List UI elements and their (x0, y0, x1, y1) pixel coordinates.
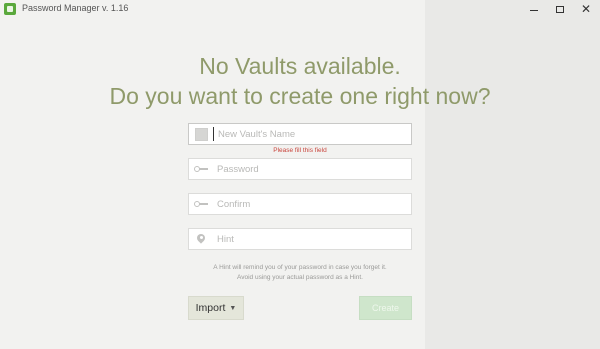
hint-input[interactable] (213, 229, 411, 249)
vault-name-input[interactable] (214, 124, 411, 144)
app-window: Password Manager v. 1.16 ✕ No Vaults ava… (0, 0, 600, 349)
minimize-icon (530, 9, 538, 11)
hint-field[interactable] (188, 228, 412, 250)
hint-note-line1: A Hint will remind you of your password … (213, 264, 387, 271)
password-field[interactable] (188, 158, 412, 180)
password-icon-wrap (189, 159, 213, 179)
create-button[interactable]: Create (359, 296, 412, 320)
headline-no-vaults: No Vaults available. (199, 53, 401, 79)
confirm-field[interactable] (188, 193, 412, 215)
vault-square-icon (194, 127, 208, 141)
close-button[interactable]: ✕ (572, 0, 600, 18)
import-button[interactable]: Import ▼ (188, 296, 244, 320)
window-title: Password Manager v. 1.16 (22, 3, 129, 13)
close-icon: ✕ (580, 2, 592, 16)
import-label: Import (195, 302, 226, 314)
vault-icon-wrap (189, 124, 213, 144)
key-icon (194, 201, 208, 207)
title-bar[interactable]: Password Manager v. 1.16 ✕ (0, 0, 600, 18)
headline-create-prompt: Do you want to create one right now? (109, 83, 491, 109)
minimize-button[interactable] (520, 0, 548, 18)
password-input[interactable] (213, 159, 411, 179)
hint-note: A Hint will remind you of your password … (178, 263, 422, 283)
map-pin-icon (195, 231, 207, 245)
app-logo-icon (4, 3, 16, 15)
confirm-icon-wrap (189, 194, 213, 214)
hint-icon-wrap (189, 229, 213, 249)
vault-name-error: Please fill this field (273, 147, 327, 154)
key-icon (194, 166, 208, 172)
confirm-input[interactable] (213, 194, 411, 214)
create-label: Create (371, 303, 399, 313)
vault-name-field[interactable] (188, 123, 412, 145)
caret-down-icon: ▼ (229, 304, 237, 312)
hint-note-line2: Avoid using your actual password as a Hi… (237, 274, 363, 281)
maximize-button[interactable] (546, 0, 574, 18)
maximize-icon (556, 5, 564, 13)
